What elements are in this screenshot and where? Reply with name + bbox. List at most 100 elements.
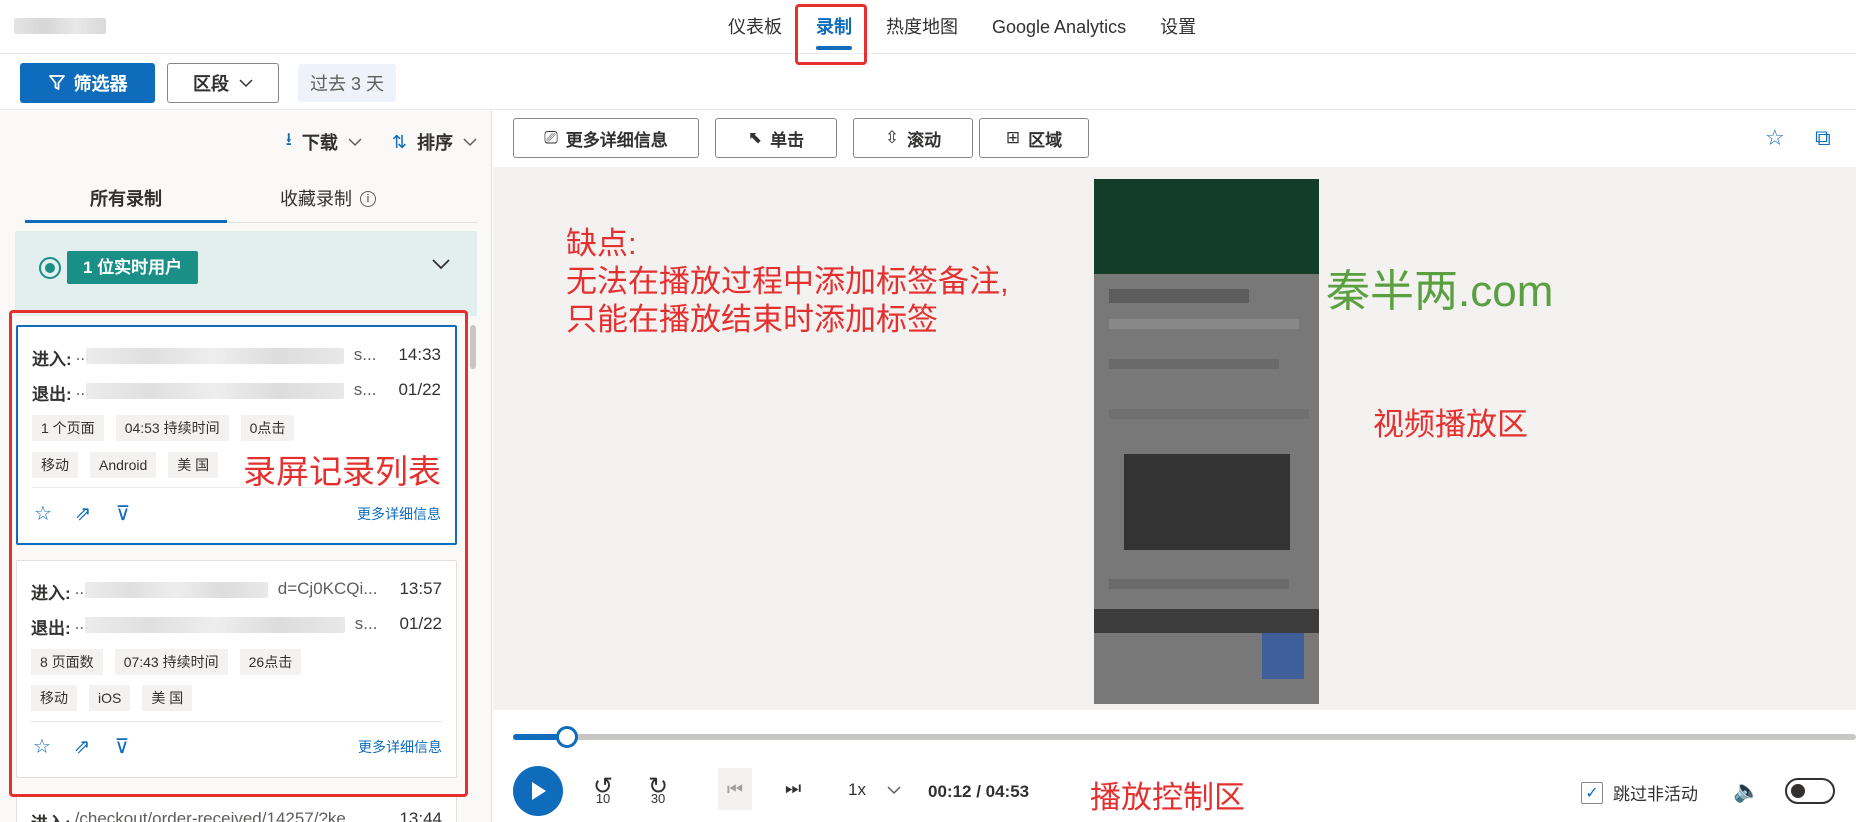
recording-card[interactable]: 进入: ... d=Cj0KCQi... 13:57 退出: ... s... … — [16, 560, 457, 778]
play-button[interactable] — [513, 766, 563, 816]
skip-inactive-checkbox[interactable]: ✓ — [1581, 781, 1603, 804]
area-icon: ⊞ — [1005, 128, 1021, 147]
exit-row: 退出: ... s... 01/22 — [32, 380, 441, 405]
entry-url-suffix: s... — [353, 345, 377, 364]
previous-page-button[interactable]: ⏮ — [718, 768, 752, 810]
clicks-tag: 0点击 — [240, 415, 295, 441]
download-label: 下载 — [301, 133, 338, 153]
autoplay-toggle[interactable] — [1785, 778, 1835, 804]
replay-header-block — [1094, 179, 1319, 274]
entry-time: 13:57 — [399, 579, 442, 598]
filter-icon[interactable]: ⊽ — [112, 501, 134, 526]
entry-time: 14:33 — [398, 345, 441, 364]
chevron-down-icon[interactable] — [431, 257, 451, 271]
tab-favorite-recordings[interactable]: 收藏录制 i — [227, 179, 429, 222]
duration-tag: 04:53 持续时间 — [115, 415, 229, 441]
device-tag: 移动 — [32, 452, 78, 478]
segment-dropdown[interactable]: 区段 — [167, 63, 279, 103]
cursor-icon: ⬉ — [747, 128, 763, 147]
star-icon[interactable]: ☆ — [31, 734, 53, 759]
more-details-label: 更多详细信息 — [565, 130, 668, 150]
progress-thumb[interactable] — [555, 726, 578, 748]
exit-row: 退出: ... s... 01/22 — [31, 614, 442, 639]
recording-date: 01/22 — [399, 614, 442, 633]
more-details-button[interactable]: ⎚ 更多详细信息 — [513, 118, 699, 158]
country-tag: 美 国 — [168, 452, 219, 478]
more-details-link[interactable]: 更多详细信息 — [357, 504, 441, 524]
scroll-label: 滚动 — [907, 130, 942, 150]
nav-google-analytics[interactable]: Google Analytics — [992, 0, 1126, 54]
segment-label: 区段 — [193, 74, 229, 94]
star-icon[interactable]: ☆ — [1765, 125, 1785, 151]
stats-row: 1 个页面 04:53 持续时间 0点击 — [32, 415, 306, 441]
skip-inactive-option[interactable]: ✓ 跳过非活动 — [1581, 780, 1698, 805]
exit-url: ... — [75, 614, 355, 639]
filters-button[interactable]: 筛选器 — [20, 63, 155, 103]
filter-icon[interactable]: ⊽ — [111, 734, 133, 759]
share-icon[interactable]: ⇗ — [72, 501, 94, 526]
video-area-annotation: 视频播放区 — [1373, 407, 1528, 442]
chevron-down-icon — [239, 79, 253, 88]
device-tag: 移动 — [31, 685, 77, 711]
recording-card[interactable]: 进入: /checkout/order-received/14257/?ke..… — [16, 794, 457, 822]
skip-previous-icon: ⏮ — [726, 779, 744, 799]
volume-icon[interactable]: 🔈 — [1733, 778, 1760, 804]
live-users-section[interactable]: 1 位实时用户 — [15, 231, 477, 316]
exit-label: 退出: — [32, 385, 72, 404]
click-overlay-button[interactable]: ⬉ 单击 — [715, 118, 837, 158]
play-icon — [532, 782, 546, 800]
list-scrollbar[interactable] — [470, 325, 476, 369]
date-range-chip[interactable]: 过去 3 天 — [298, 64, 396, 102]
share-icon[interactable]: ⇗ — [71, 734, 93, 759]
tab-all-label: 所有录制 — [90, 189, 162, 209]
nav-heatmaps[interactable]: 热度地图 — [886, 0, 958, 54]
entry-label: 进入: — [31, 809, 71, 822]
info-icon[interactable]: i — [360, 191, 376, 207]
skip-inactive-label: 跳过非活动 — [1613, 785, 1698, 804]
speed-value: 1x — [848, 780, 866, 799]
entry-url: ... — [76, 345, 354, 370]
progress-track[interactable] — [513, 726, 1856, 748]
star-icon[interactable]: ☆ — [32, 501, 54, 526]
os-tag: iOS — [89, 685, 131, 711]
live-indicator-icon — [39, 257, 61, 279]
entry-time: 13:44 — [399, 809, 442, 822]
more-details-link[interactable]: 更多详细信息 — [358, 737, 442, 757]
download-dropdown[interactable]: ⭳ 下载 — [286, 127, 362, 157]
duration-tag: 07:43 持续时间 — [114, 649, 228, 675]
entry-row: 进入: /checkout/order-received/14257/?ke..… — [31, 809, 442, 822]
entry-row: 进入: ... s... 14:33 — [32, 345, 441, 370]
playback-controls: ↺ 10 ↻ 30 ⏮ ⏭ 1x 00:12 / 04:53 播放控制区 ✓ 跳… — [493, 710, 1856, 822]
live-users-badge: 1 位实时用户 — [67, 251, 199, 284]
exit-url-suffix: s... — [354, 614, 378, 633]
chevron-down-icon — [887, 786, 901, 795]
nav-dashboard[interactable]: 仪表板 — [728, 0, 782, 54]
nav-settings[interactable]: 设置 — [1160, 0, 1196, 54]
chevron-down-icon — [463, 138, 477, 147]
list-tools: ⭳ 下载 ⇅ 排序 — [256, 127, 477, 157]
entry-row: 进入: ... d=Cj0KCQi... 13:57 — [31, 579, 442, 604]
forward-button[interactable]: ↻ 30 — [648, 772, 668, 806]
area-overlay-button[interactable]: ⊞ 区域 — [979, 118, 1089, 158]
tab-all-recordings[interactable]: 所有录制 — [25, 179, 227, 223]
app-logo[interactable] — [14, 18, 106, 34]
sort-icon: ⇅ — [391, 131, 407, 152]
device-row: 移动 Android 美 国 — [32, 452, 230, 478]
exit-url-suffix: s... — [353, 380, 377, 399]
video-playback-area[interactable]: 缺点: 无法在播放过程中添加标签备注, 只能在播放结束时添加标签 秦半两.com… — [493, 167, 1856, 710]
session-replay-screen — [1094, 179, 1319, 704]
rewind-button[interactable]: ↺ 10 — [593, 772, 613, 806]
scroll-overlay-button[interactable]: ⇳ 滚动 — [853, 118, 973, 158]
forward-seconds: 30 — [650, 791, 666, 806]
next-page-button[interactable]: ⏭ — [785, 778, 801, 799]
sort-dropdown[interactable]: ⇅ 排序 — [392, 127, 477, 157]
open-new-window-icon[interactable]: ⧉ — [1815, 125, 1831, 151]
recording-card[interactable]: 进入: ... s... 14:33 退出: ... s... 01/22 1 … — [16, 325, 457, 545]
stats-row: 8 页面数 07:43 持续时间 26点击 — [31, 649, 313, 675]
entry-url-suffix: d=Cj0KCQi... — [277, 579, 378, 598]
click-label: 单击 — [770, 130, 805, 150]
entry-url: /checkout/order-received/14257/?ke... — [74, 809, 361, 822]
speed-dropdown[interactable]: 1x — [848, 780, 901, 800]
control-area-annotation: 播放控制区 — [1090, 780, 1245, 815]
page-count-tag: 1 个页面 — [32, 415, 104, 441]
